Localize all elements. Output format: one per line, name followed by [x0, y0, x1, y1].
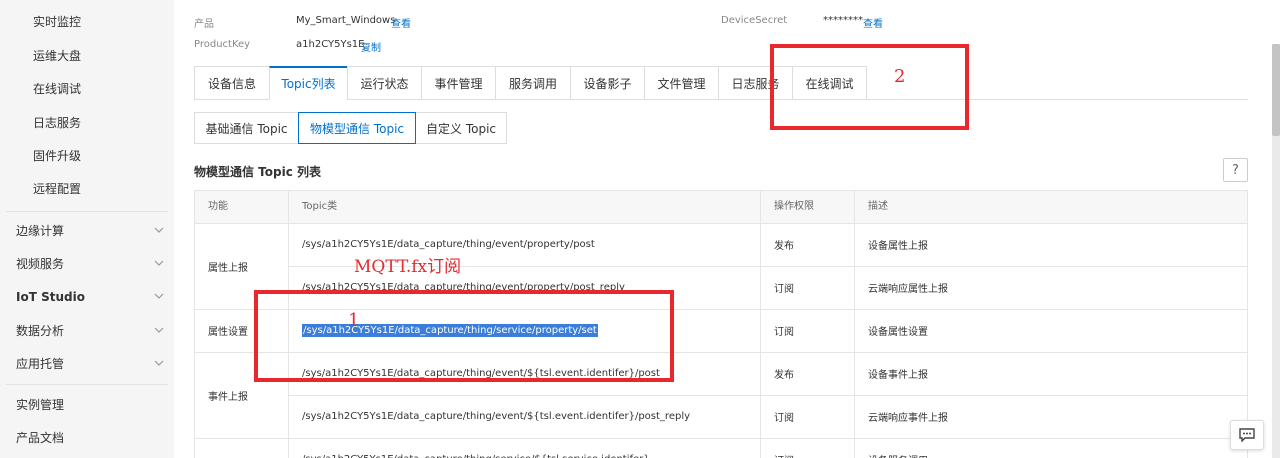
tab-service-call[interactable]: 服务调用: [495, 66, 570, 100]
sidebar-item-product-docs[interactable]: 产品文档: [16, 428, 168, 448]
subtab-basic-topic[interactable]: 基础通信 Topic: [194, 112, 299, 144]
sidebar-group-app-hosting[interactable]: 应用托管: [16, 354, 168, 374]
table-row-divider: [195, 438, 1247, 439]
table-header-topic: Topic类: [302, 191, 338, 223]
sidebar-item-log-service[interactable]: 日志服务: [33, 113, 81, 133]
table-cell-description: 云端响应属性上报: [868, 284, 948, 295]
subtab-custom-topic[interactable]: 自定义 Topic: [415, 112, 507, 144]
table-cell-function: 属性上报: [208, 262, 248, 274]
chevron-down-icon: [154, 293, 164, 299]
table-cell-function: 属性设置: [208, 327, 248, 338]
table-cell-permission: 订阅: [774, 327, 794, 338]
sidebar-group-edge-computing[interactable]: 边缘计算: [16, 221, 168, 241]
sidebar-group-label: 边缘计算: [16, 224, 65, 238]
sidebar-item-realtime-monitor[interactable]: 实时监控: [33, 12, 81, 32]
table-header-function: 功能: [208, 191, 228, 223]
table-header-permission: 操作权限: [774, 191, 814, 223]
chat-bubble-icon: [1239, 428, 1255, 442]
device-secret-view-link[interactable]: 查看: [863, 15, 883, 30]
tab-run-status[interactable]: 运行状态: [347, 66, 421, 100]
table-col-divider: [760, 191, 761, 458]
sidebar-group-label: 应用托管: [16, 357, 65, 371]
annotation-box-topic: [254, 290, 674, 382]
tab-topic-list[interactable]: Topic列表: [269, 66, 347, 100]
table-col-divider: [854, 191, 855, 458]
tab-device-shadow[interactable]: 设备影子: [570, 66, 644, 100]
help-icon[interactable]: ?: [1223, 158, 1248, 182]
table-cell-permission: 发布: [774, 241, 794, 252]
annotation-label-2: 2: [894, 66, 906, 87]
subtab-bar: 基础通信 Topic 物模型通信 Topic 自定义 Topic: [194, 112, 507, 144]
chevron-down-icon: [154, 327, 164, 333]
chevron-down-icon: [154, 360, 164, 366]
product-label: 产品: [194, 19, 214, 30]
productkey-copy-link[interactable]: 复制: [361, 39, 381, 54]
tab-device-info[interactable]: 设备信息: [194, 66, 269, 100]
sidebar-group-iot-studio[interactable]: IoT Studio: [16, 287, 168, 307]
chevron-down-icon: [154, 227, 164, 233]
sidebar-divider: [6, 211, 168, 212]
table-cell-permission: 发布: [774, 370, 794, 381]
table-header-description: 描述: [868, 191, 888, 223]
device-secret-value: ********: [823, 15, 863, 26]
tab-bar: 设备信息 Topic列表 运行状态 事件管理 服务调用 设备影子 文件管理 日志…: [194, 66, 867, 100]
table-cell-description: 设备属性上报: [868, 241, 928, 252]
table-cell-function: 事件上报: [208, 391, 248, 403]
sidebar: 实时监控 运维大盘 在线调试 日志服务 固件升级 远程配置 边缘计算 视频服务 …: [0, 0, 174, 458]
subtab-thing-model-topic[interactable]: 物模型通信 Topic: [298, 112, 416, 144]
table-header-bg: [195, 191, 1247, 223]
tab-event-management[interactable]: 事件管理: [421, 66, 495, 100]
chat-icon[interactable]: [1230, 420, 1264, 450]
sidebar-item-ops-dashboard[interactable]: 运维大盘: [33, 46, 81, 66]
app-root: 实时监控 运维大盘 在线调试 日志服务 固件升级 远程配置 边缘计算 视频服务 …: [0, 0, 1280, 458]
sidebar-group-label: 视频服务: [16, 257, 65, 271]
sidebar-group-label: IoT Studio: [16, 290, 85, 304]
table-cell-topic: /sys/a1h2CY5Ys1E/data_capture/thing/even…: [302, 411, 691, 422]
productkey-label: ProductKey: [194, 39, 251, 50]
table-cell-permission: 订阅: [774, 449, 794, 458]
productkey-value: a1h2CY5Ys1E: [296, 39, 365, 50]
product-view-link[interactable]: 查看: [391, 15, 411, 30]
table-cell-topic: /sys/a1h2CY5Ys1E/data_capture/thing/serv…: [302, 449, 650, 458]
annotation-label-1: 1: [348, 310, 360, 331]
table-cell-description: 设备服务调用: [868, 449, 928, 458]
section-title: 物模型通信 Topic 列表: [194, 165, 322, 179]
sidebar-item-firmware-upgrade[interactable]: 固件升级: [33, 146, 81, 166]
main-content: 产品 My_Smart_Windows 查看 ProductKey a1h2CY…: [180, 0, 1280, 458]
sidebar-item-instance-management[interactable]: 实例管理: [16, 395, 168, 415]
table-cell-description: 云端响应事件上报: [868, 413, 948, 424]
sidebar-item-online-debug[interactable]: 在线调试: [33, 79, 81, 99]
sidebar-group-video-service[interactable]: 视频服务: [16, 254, 168, 274]
product-value: My_Smart_Windows: [296, 15, 396, 26]
table-cell-description: 设备属性设置: [868, 327, 928, 338]
table-cell-permission: 订阅: [774, 413, 794, 424]
tab-file-management[interactable]: 文件管理: [644, 66, 718, 100]
device-secret-label: DeviceSecret: [721, 15, 788, 26]
chevron-down-icon: [154, 260, 164, 266]
sidebar-item-remote-config[interactable]: 远程配置: [33, 179, 81, 199]
annotation-mqtt-subscribe: MQTT.fx订阅: [354, 257, 462, 277]
annotation-box-online-debug: [770, 44, 969, 130]
sidebar-group-label: 数据分析: [16, 324, 65, 338]
scrollbar-thumb[interactable]: [1272, 44, 1280, 136]
table-cell-permission: 订阅: [774, 284, 794, 295]
sidebar-divider: [6, 384, 168, 385]
sidebar-group-data-analysis[interactable]: 数据分析: [16, 321, 168, 341]
table-cell-description: 设备事件上报: [868, 370, 928, 381]
